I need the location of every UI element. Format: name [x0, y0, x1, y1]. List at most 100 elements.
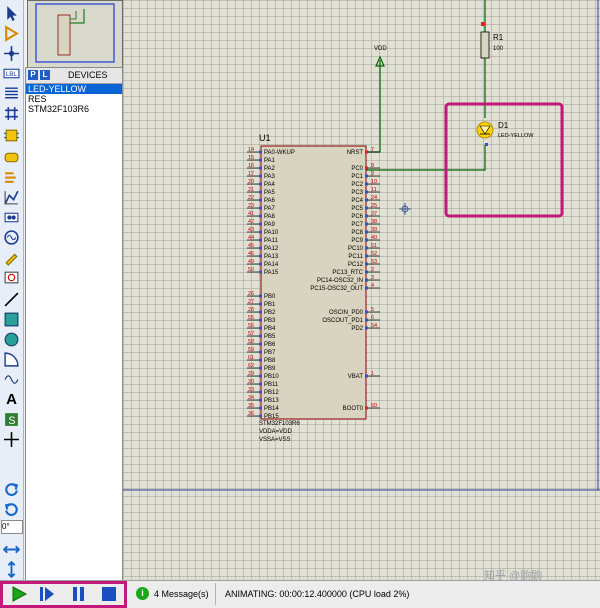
overview-window[interactable] [27, 0, 123, 68]
mcu-ref: U1 [259, 133, 271, 143]
path-tool-icon[interactable] [2, 370, 21, 389]
rotate-anticlockwise-icon[interactable] [2, 500, 21, 519]
mirror-horizontal-icon[interactable] [2, 540, 21, 559]
pin-name: PC4 [351, 198, 363, 204]
pin-name: PC12 [348, 262, 364, 268]
pin-name: PC8 [351, 230, 363, 236]
resistor-value: 100 [493, 46, 504, 52]
pin-name: PA14 [264, 262, 279, 268]
text-script-icon[interactable] [2, 84, 21, 103]
library-manager-button[interactable]: L [40, 70, 50, 80]
pin-name: PB4 [264, 326, 276, 332]
wire-nrst-vdd[interactable] [366, 60, 381, 153]
pick-devices-button[interactable]: P [28, 70, 38, 80]
wire-pc0-led[interactable] [366, 145, 486, 171]
pin-name: PA7 [264, 206, 276, 212]
origin-marker [399, 203, 411, 215]
pin-number: 21 [248, 187, 254, 193]
step-icon[interactable] [38, 586, 56, 602]
virtual-instruments-icon[interactable] [2, 268, 21, 287]
junction-dot-icon[interactable] [2, 44, 21, 63]
wire-label-icon[interactable]: LBL [2, 64, 21, 83]
pin-number: 52 [371, 251, 377, 257]
text-tool-icon[interactable]: A [2, 390, 21, 409]
arc-tool-icon[interactable] [2, 350, 21, 369]
pause-icon[interactable] [70, 586, 88, 602]
pin-number: 24 [371, 195, 377, 201]
pin-number: 35 [248, 403, 254, 409]
pin-number: 14 [248, 147, 254, 153]
vdd-label: VDD [374, 46, 387, 52]
resistor-ref: R1 [493, 33, 504, 42]
pin-number: 3 [371, 275, 374, 281]
component-mode-icon[interactable] [2, 24, 21, 43]
tape-recorder-icon[interactable] [2, 208, 21, 227]
symbol-tool-icon[interactable]: S [2, 410, 21, 429]
pin-name: PC1 [351, 174, 363, 180]
devices-panel: P L DEVICES LED-YELLOW RES STM32F103R6 [25, 67, 123, 582]
devices-title: DEVICES [68, 70, 108, 80]
graph-mode-icon[interactable] [2, 188, 21, 207]
rotate-clockwise-icon[interactable] [2, 480, 21, 499]
terminals-mode-icon[interactable] [2, 148, 21, 167]
pin-name: PB10 [264, 374, 279, 380]
selection-mode-icon[interactable] [2, 4, 21, 23]
pin-number: 44 [248, 235, 254, 241]
pin-number: 5 [371, 307, 374, 313]
generator-mode-icon[interactable] [2, 228, 21, 247]
bus-icon[interactable] [2, 104, 21, 123]
pin-name: VBAT [348, 374, 364, 380]
watermark: 知乎 @鼩鼩 [484, 570, 543, 582]
pin-number: 42 [248, 219, 254, 225]
device-pins-icon[interactable] [2, 168, 21, 187]
pin-number: 56 [248, 323, 254, 329]
schematic-workspace[interactable]: VDD R1 100 D1 LED-YELLOW U1 14 PA0-WKUP … [123, 0, 600, 580]
led-d1[interactable]: D1 LED-YELLOW [476, 121, 534, 146]
pin-number: 46 [248, 251, 254, 257]
pin-name: OSCOUT_PD1 [322, 318, 363, 324]
rotation-input[interactable]: 0° [1, 520, 23, 534]
line-tool-icon[interactable] [2, 290, 21, 309]
resistor-pin-state [481, 22, 485, 26]
pin-number: 1 [371, 371, 374, 377]
info-icon: i [136, 587, 149, 600]
pin-number: 39 [371, 227, 377, 233]
pin-number: 55 [248, 315, 254, 321]
voltage-probe-icon[interactable] [2, 248, 21, 267]
pin-name: PB13 [264, 398, 279, 404]
marker-tool-icon[interactable] [2, 430, 21, 449]
pin-number: 25 [371, 203, 377, 209]
pin-number: 6 [371, 315, 374, 321]
animating-status: ANIMATING: 00:00:12.400000 (CPU load 2%) [225, 589, 410, 599]
pin-name: NRST [347, 150, 364, 156]
play-icon[interactable] [10, 586, 28, 602]
pin-name: PA2 [264, 166, 276, 172]
pin-number: 26 [248, 291, 254, 297]
pin-number: 43 [248, 227, 254, 233]
pin-number: 9 [371, 171, 374, 177]
box-tool-icon[interactable] [2, 310, 21, 329]
subcircuit-icon[interactable] [2, 126, 21, 145]
mirror-vertical-icon[interactable] [2, 560, 21, 579]
pin-number: 40 [371, 235, 377, 241]
pin-number: 60 [371, 403, 377, 409]
pin-number: 29 [248, 371, 254, 377]
stop-icon[interactable] [100, 586, 118, 602]
schematic-canvas[interactable]: VDD R1 100 D1 LED-YELLOW U1 14 PA0-WKUP1… [123, 0, 600, 580]
pin-number: 49 [248, 259, 254, 265]
mcu-u1[interactable]: U1 14 PA0-WKUP15 PA116 PA217 PA320 PA421 PA522… [247, 133, 380, 443]
vdd-terminal[interactable]: VDD [374, 46, 387, 67]
device-item-stm32f103r6[interactable]: STM32F103R6 [26, 104, 122, 114]
device-item-led-yellow[interactable]: LED-YELLOW [26, 84, 122, 94]
svg-text:S: S [8, 415, 15, 427]
pin-name: PC13_RTC [332, 270, 363, 276]
pin-name: OSCIN_PD0 [329, 310, 364, 316]
led-ref: D1 [498, 121, 509, 130]
pin-number: 54 [371, 323, 377, 329]
circle-tool-icon[interactable] [2, 330, 21, 349]
messages-area[interactable]: i 4 Message(s) [130, 583, 216, 605]
pin-number: 22 [248, 195, 254, 201]
device-item-res[interactable]: RES [26, 94, 122, 104]
pin-name: PD2 [351, 326, 363, 332]
pin-name: PB3 [264, 318, 276, 324]
